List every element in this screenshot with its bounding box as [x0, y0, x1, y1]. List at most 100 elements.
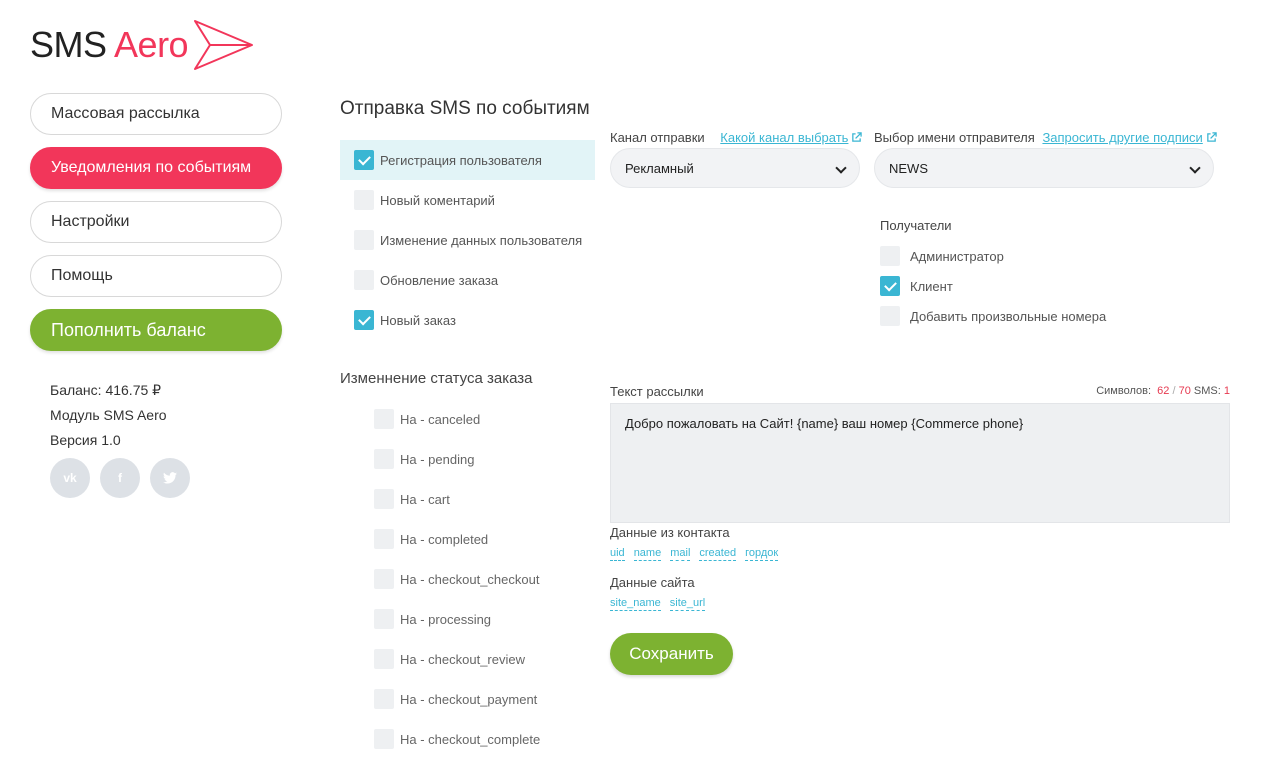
vk-icon[interactable]: vk	[50, 458, 90, 498]
var-link[interactable]: mail	[670, 547, 691, 561]
checkbox[interactable]	[374, 609, 394, 629]
status-label: На - checkout_review	[400, 651, 525, 667]
var-link[interactable]: site_name	[610, 597, 661, 611]
page-title: Отправка SMS по событиям	[340, 98, 590, 119]
checkbox[interactable]	[374, 689, 394, 709]
status-row-pending[interactable]: На - pending	[374, 439, 540, 479]
var-link[interactable]: name	[633, 547, 662, 561]
save-button[interactable]: Сохранить	[610, 633, 733, 675]
event-label: Регистрация пользователя	[380, 152, 542, 168]
status-label: На - checkout_payment	[400, 691, 538, 707]
event-user-registration[interactable]: Регистрация пользователя	[340, 140, 595, 180]
var-link[interactable]: created	[699, 547, 737, 561]
checkbox[interactable]	[374, 449, 394, 469]
sidebar-item-event-notifications[interactable]: Уведомления по событиям	[30, 147, 282, 189]
chevron-down-icon	[1189, 162, 1201, 174]
logo-text-sms: SMS	[30, 24, 107, 65]
sender-select[interactable]: NEWS	[874, 148, 1214, 188]
event-label: Изменение данных пользователя	[380, 232, 583, 248]
which-channel-link[interactable]: Какой канал выбрать	[720, 130, 863, 145]
recipients-list: Администратор Клиент Добавить произвольн…	[880, 241, 1106, 331]
counter-prefix: Символов:	[1096, 385, 1152, 397]
recipient-label: Администратор	[910, 248, 1004, 264]
facebook-icon[interactable]: f	[100, 458, 140, 498]
var-link[interactable]: site_url	[669, 597, 706, 611]
sidebar-item-settings[interactable]: Настройки	[30, 201, 282, 243]
order-status-title: Изменнение статуса заказа	[340, 370, 533, 387]
recipient-label: Клиент	[910, 278, 953, 294]
channel-label: Канал отправки	[610, 130, 705, 145]
checkbox[interactable]	[880, 246, 900, 266]
checkbox[interactable]	[374, 649, 394, 669]
status-row-checkout-complete[interactable]: На - checkout_complete	[374, 719, 540, 759]
status-label: На - pending	[400, 451, 475, 467]
logo-text-aero: Aero	[114, 24, 189, 65]
char-limit: 70	[1178, 385, 1191, 397]
sms-count: 1	[1223, 385, 1230, 397]
channel-field-header: Канал отправки Какой канал выбрать	[610, 130, 863, 145]
order-status-list: На - canceled На - pending На - cart На …	[374, 399, 540, 759]
sender-field-header: Выбор имени отправителя Запросить другие…	[874, 130, 1217, 145]
checkbox[interactable]	[374, 569, 394, 589]
char-count: 62	[1157, 385, 1170, 397]
recipient-client[interactable]: Клиент	[880, 271, 1106, 301]
recipient-custom-numbers[interactable]: Добавить произвольные номера	[880, 301, 1106, 331]
site-data-label: Данные сайта	[610, 575, 695, 590]
checkbox[interactable]	[354, 270, 374, 290]
event-label: Новый коментарий	[380, 192, 495, 208]
checkbox-checked[interactable]	[354, 150, 374, 170]
site-vars-list: site_name site_url	[610, 597, 706, 611]
checkbox[interactable]	[354, 230, 374, 250]
status-row-cart[interactable]: На - cart	[374, 479, 540, 519]
channel-selected-value: Рекламный	[625, 161, 694, 176]
status-row-completed[interactable]: На - completed	[374, 519, 540, 559]
paper-plane-icon	[194, 20, 254, 70]
status-label: На - processing	[400, 611, 492, 627]
char-counter: Символов: 62 / 70 SMS: 1	[1096, 385, 1230, 397]
external-link-icon	[852, 132, 863, 142]
var-link[interactable]: uid	[610, 547, 625, 561]
contact-vars-list: uid name mail created гордок	[610, 547, 779, 561]
external-link-icon	[1206, 132, 1217, 142]
event-user-data-change[interactable]: Изменение данных пользователя	[340, 220, 595, 260]
checkbox[interactable]	[374, 529, 394, 549]
checkbox-checked[interactable]	[880, 276, 900, 296]
module-text: Модуль SMS Aero	[50, 407, 167, 423]
status-row-processing[interactable]: На - processing	[374, 599, 540, 639]
logo: SMS Aero	[30, 18, 254, 72]
checkbox[interactable]	[374, 729, 394, 749]
top-up-balance-button[interactable]: Пополнить баланс	[30, 309, 282, 351]
recipient-label: Добавить произвольные номера	[910, 308, 1107, 324]
channel-select[interactable]: Рекламный	[610, 148, 860, 188]
event-label: Обновление заказа	[380, 272, 499, 288]
logo-text: SMS Aero	[30, 24, 189, 66]
twitter-icon[interactable]	[150, 458, 190, 498]
status-row-checkout-payment[interactable]: На - checkout_payment	[374, 679, 540, 719]
account-info: Баланс: 416.75 ₽ Модуль SMS Aero Версия …	[50, 378, 167, 453]
checkbox[interactable]	[374, 409, 394, 429]
status-label: На - canceled	[400, 411, 481, 427]
checkbox[interactable]	[374, 489, 394, 509]
checkbox-checked[interactable]	[354, 310, 374, 330]
which-channel-link-text: Какой канал выбрать	[720, 130, 849, 145]
status-row-canceled[interactable]: На - canceled	[374, 399, 540, 439]
checkbox[interactable]	[354, 190, 374, 210]
request-signatures-link[interactable]: Запросить другие подписи	[1042, 130, 1217, 145]
counter-separator: /	[1172, 385, 1176, 397]
status-label: На - checkout_checkout	[400, 571, 540, 587]
var-link[interactable]: гордок	[745, 547, 779, 561]
message-textarea[interactable]: Добро пожаловать на Сайт! {name} ваш ном…	[610, 403, 1230, 523]
checkbox[interactable]	[880, 306, 900, 326]
event-new-order[interactable]: Новый заказ	[340, 300, 595, 340]
event-new-comment[interactable]: Новый коментарий	[340, 180, 595, 220]
events-list: Регистрация пользователя Новый коментари…	[340, 140, 595, 340]
event-order-update[interactable]: Обновление заказа	[340, 260, 595, 300]
sidebar-item-help[interactable]: Помощь	[30, 255, 282, 297]
status-row-checkout-checkout[interactable]: На - checkout_checkout	[374, 559, 540, 599]
request-signatures-link-text: Запросить другие подписи	[1042, 130, 1203, 145]
recipient-admin[interactable]: Администратор	[880, 241, 1106, 271]
contact-data-label: Данные из контакта	[610, 525, 730, 540]
status-label: На - completed	[400, 531, 489, 547]
sidebar-item-mass-mailing[interactable]: Массовая рассылка	[30, 93, 282, 135]
status-row-checkout-review[interactable]: На - checkout_review	[374, 639, 540, 679]
